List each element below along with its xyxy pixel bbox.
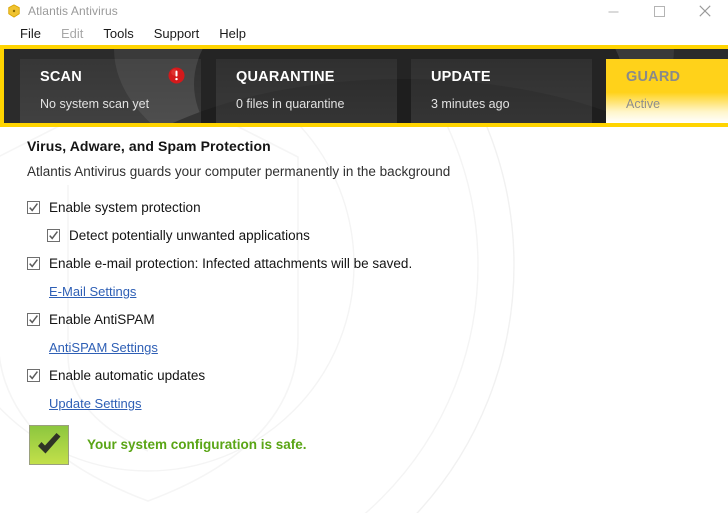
tab-strip-background: SCAN No system scan yet QUARANTINE 0 fil… bbox=[4, 49, 728, 123]
option-label: Enable AntiSPAM bbox=[49, 311, 155, 327]
maximize-button[interactable] bbox=[636, 0, 682, 22]
link-row-antispam-settings: AntiSPAM Settings bbox=[27, 338, 728, 358]
link-email-settings[interactable]: E-Mail Settings bbox=[49, 285, 136, 298]
menu-item-file[interactable]: File bbox=[10, 22, 51, 45]
option-label: Enable e-mail protection: Infected attac… bbox=[49, 255, 413, 271]
close-icon bbox=[699, 5, 711, 17]
menu-item-tools[interactable]: Tools bbox=[93, 22, 143, 45]
status-tab-strip: SCAN No system scan yet QUARANTINE 0 fil… bbox=[0, 45, 728, 127]
window-controls bbox=[590, 0, 728, 22]
tab-update-title: UPDATE bbox=[431, 69, 491, 85]
guard-settings-panel: Virus, Adware, and Spam Protection Atlan… bbox=[0, 127, 728, 414]
tab-list: SCAN No system scan yet QUARANTINE 0 fil… bbox=[4, 49, 728, 123]
application-window: Atlantis Antivirus File Edit Tools Suppo… bbox=[0, 0, 728, 513]
link-antispam-settings[interactable]: AntiSPAM Settings bbox=[49, 341, 158, 354]
checkbox-checked-icon bbox=[27, 369, 40, 382]
tab-guard-subtitle: Active bbox=[626, 96, 661, 111]
link-row-update-settings: Update Settings bbox=[27, 394, 728, 414]
tab-quarantine-title: QUARANTINE bbox=[236, 69, 335, 85]
title-bar: Atlantis Antivirus bbox=[0, 0, 728, 22]
tab-update[interactable]: UPDATE 3 minutes ago bbox=[411, 59, 592, 123]
minimize-button[interactable] bbox=[590, 0, 636, 22]
menu-bar: File Edit Tools Support Help bbox=[0, 22, 728, 45]
main-content: Virus, Adware, and Spam Protection Atlan… bbox=[0, 127, 728, 513]
menu-item-support[interactable]: Support bbox=[144, 22, 210, 45]
tab-scan-subtitle: No system scan yet bbox=[40, 96, 150, 111]
option-enable-email-protection[interactable]: Enable e-mail protection: Infected attac… bbox=[27, 254, 728, 274]
checkbox-checked-icon bbox=[27, 201, 40, 214]
status-message: Your system configuration is safe. bbox=[87, 437, 307, 453]
tab-guard-title: GUARD bbox=[626, 69, 681, 85]
link-row-email-settings: E-Mail Settings bbox=[27, 282, 728, 302]
status-banner: Your system configuration is safe. bbox=[29, 425, 307, 465]
option-detect-pua[interactable]: Detect potentially unwanted applications bbox=[27, 226, 728, 246]
tab-quarantine[interactable]: QUARANTINE 0 files in quarantine bbox=[216, 59, 397, 123]
option-label: Enable automatic updates bbox=[49, 367, 206, 383]
page-title: Virus, Adware, and Spam Protection bbox=[27, 138, 271, 154]
menu-item-help[interactable]: Help bbox=[209, 22, 256, 45]
checkbox-checked-icon bbox=[27, 257, 40, 270]
link-update-settings[interactable]: Update Settings bbox=[49, 397, 142, 410]
close-button[interactable] bbox=[682, 0, 728, 22]
minimize-icon bbox=[608, 11, 618, 12]
window-title: Atlantis Antivirus bbox=[28, 4, 118, 18]
menu-item-edit[interactable]: Edit bbox=[51, 22, 93, 45]
option-label: Detect potentially unwanted applications bbox=[69, 227, 310, 243]
tab-scan[interactable]: SCAN No system scan yet bbox=[20, 59, 201, 123]
checkbox-checked-icon bbox=[27, 313, 40, 326]
option-enable-antispam[interactable]: Enable AntiSPAM bbox=[27, 310, 728, 330]
maximize-icon bbox=[653, 5, 665, 17]
green-checkmark-icon bbox=[29, 425, 69, 465]
option-enable-system-protection[interactable]: Enable system protection bbox=[27, 198, 728, 218]
alert-exclamation-icon bbox=[168, 67, 185, 84]
page-subtitle: Atlantis Antivirus guards your computer … bbox=[27, 164, 451, 179]
tab-guard[interactable]: GUARD Active bbox=[606, 59, 728, 123]
hexagon-shield-icon bbox=[8, 4, 20, 18]
checkbox-checked-icon bbox=[47, 229, 60, 242]
tab-update-subtitle: 3 minutes ago bbox=[431, 96, 510, 111]
tab-quarantine-subtitle: 0 files in quarantine bbox=[236, 96, 345, 111]
option-enable-automatic-updates[interactable]: Enable automatic updates bbox=[27, 366, 728, 386]
option-label: Enable system protection bbox=[49, 199, 201, 215]
